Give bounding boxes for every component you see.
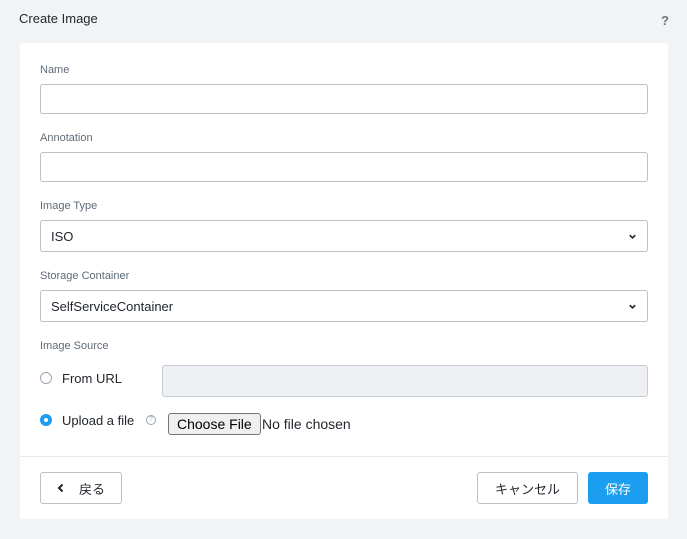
storage-container-label: Storage Container: [40, 270, 130, 282]
chevron-down-icon: [629, 234, 636, 239]
save-button-label: 保存: [604, 481, 631, 497]
image-type-select[interactable]: ISO: [40, 220, 648, 252]
image-type-label: Image Type: [40, 200, 98, 212]
save-button[interactable]: 保存: [588, 472, 648, 504]
choose-file-button[interactable]: Choose File: [168, 413, 261, 435]
storage-container-value: SelfServiceContainer: [51, 298, 174, 314]
chevron-down-icon: [629, 304, 636, 309]
cancel-button[interactable]: キャンセル: [477, 472, 578, 504]
upload-file-label[interactable]: Upload a file: [62, 413, 134, 428]
footer-divider: [20, 456, 668, 457]
info-icon[interactable]: ?: [146, 415, 156, 425]
back-button-label: 戻る: [78, 481, 105, 497]
name-input[interactable]: [40, 84, 648, 114]
cancel-button-label: キャンセル: [494, 481, 560, 497]
from-url-radio[interactable]: [40, 372, 52, 384]
form-panel: Name Annotation Image Type ISO Storage C…: [20, 43, 668, 519]
annotation-input[interactable]: [40, 152, 648, 182]
storage-container-select[interactable]: SelfServiceContainer: [40, 290, 648, 322]
no-file-chosen-text: No file chosen: [262, 416, 351, 432]
dialog-title: Create Image: [19, 11, 98, 26]
url-input[interactable]: [162, 365, 648, 397]
upload-file-radio[interactable]: [40, 414, 52, 426]
from-url-label[interactable]: From URL: [62, 371, 122, 386]
annotation-label: Annotation: [40, 132, 93, 144]
help-icon[interactable]: ?: [661, 13, 669, 28]
image-source-label: Image Source: [40, 340, 109, 352]
chevron-left-icon: [57, 483, 64, 493]
back-button[interactable]: 戻る: [40, 472, 122, 504]
image-type-value: ISO: [51, 228, 74, 244]
name-label: Name: [40, 64, 70, 76]
